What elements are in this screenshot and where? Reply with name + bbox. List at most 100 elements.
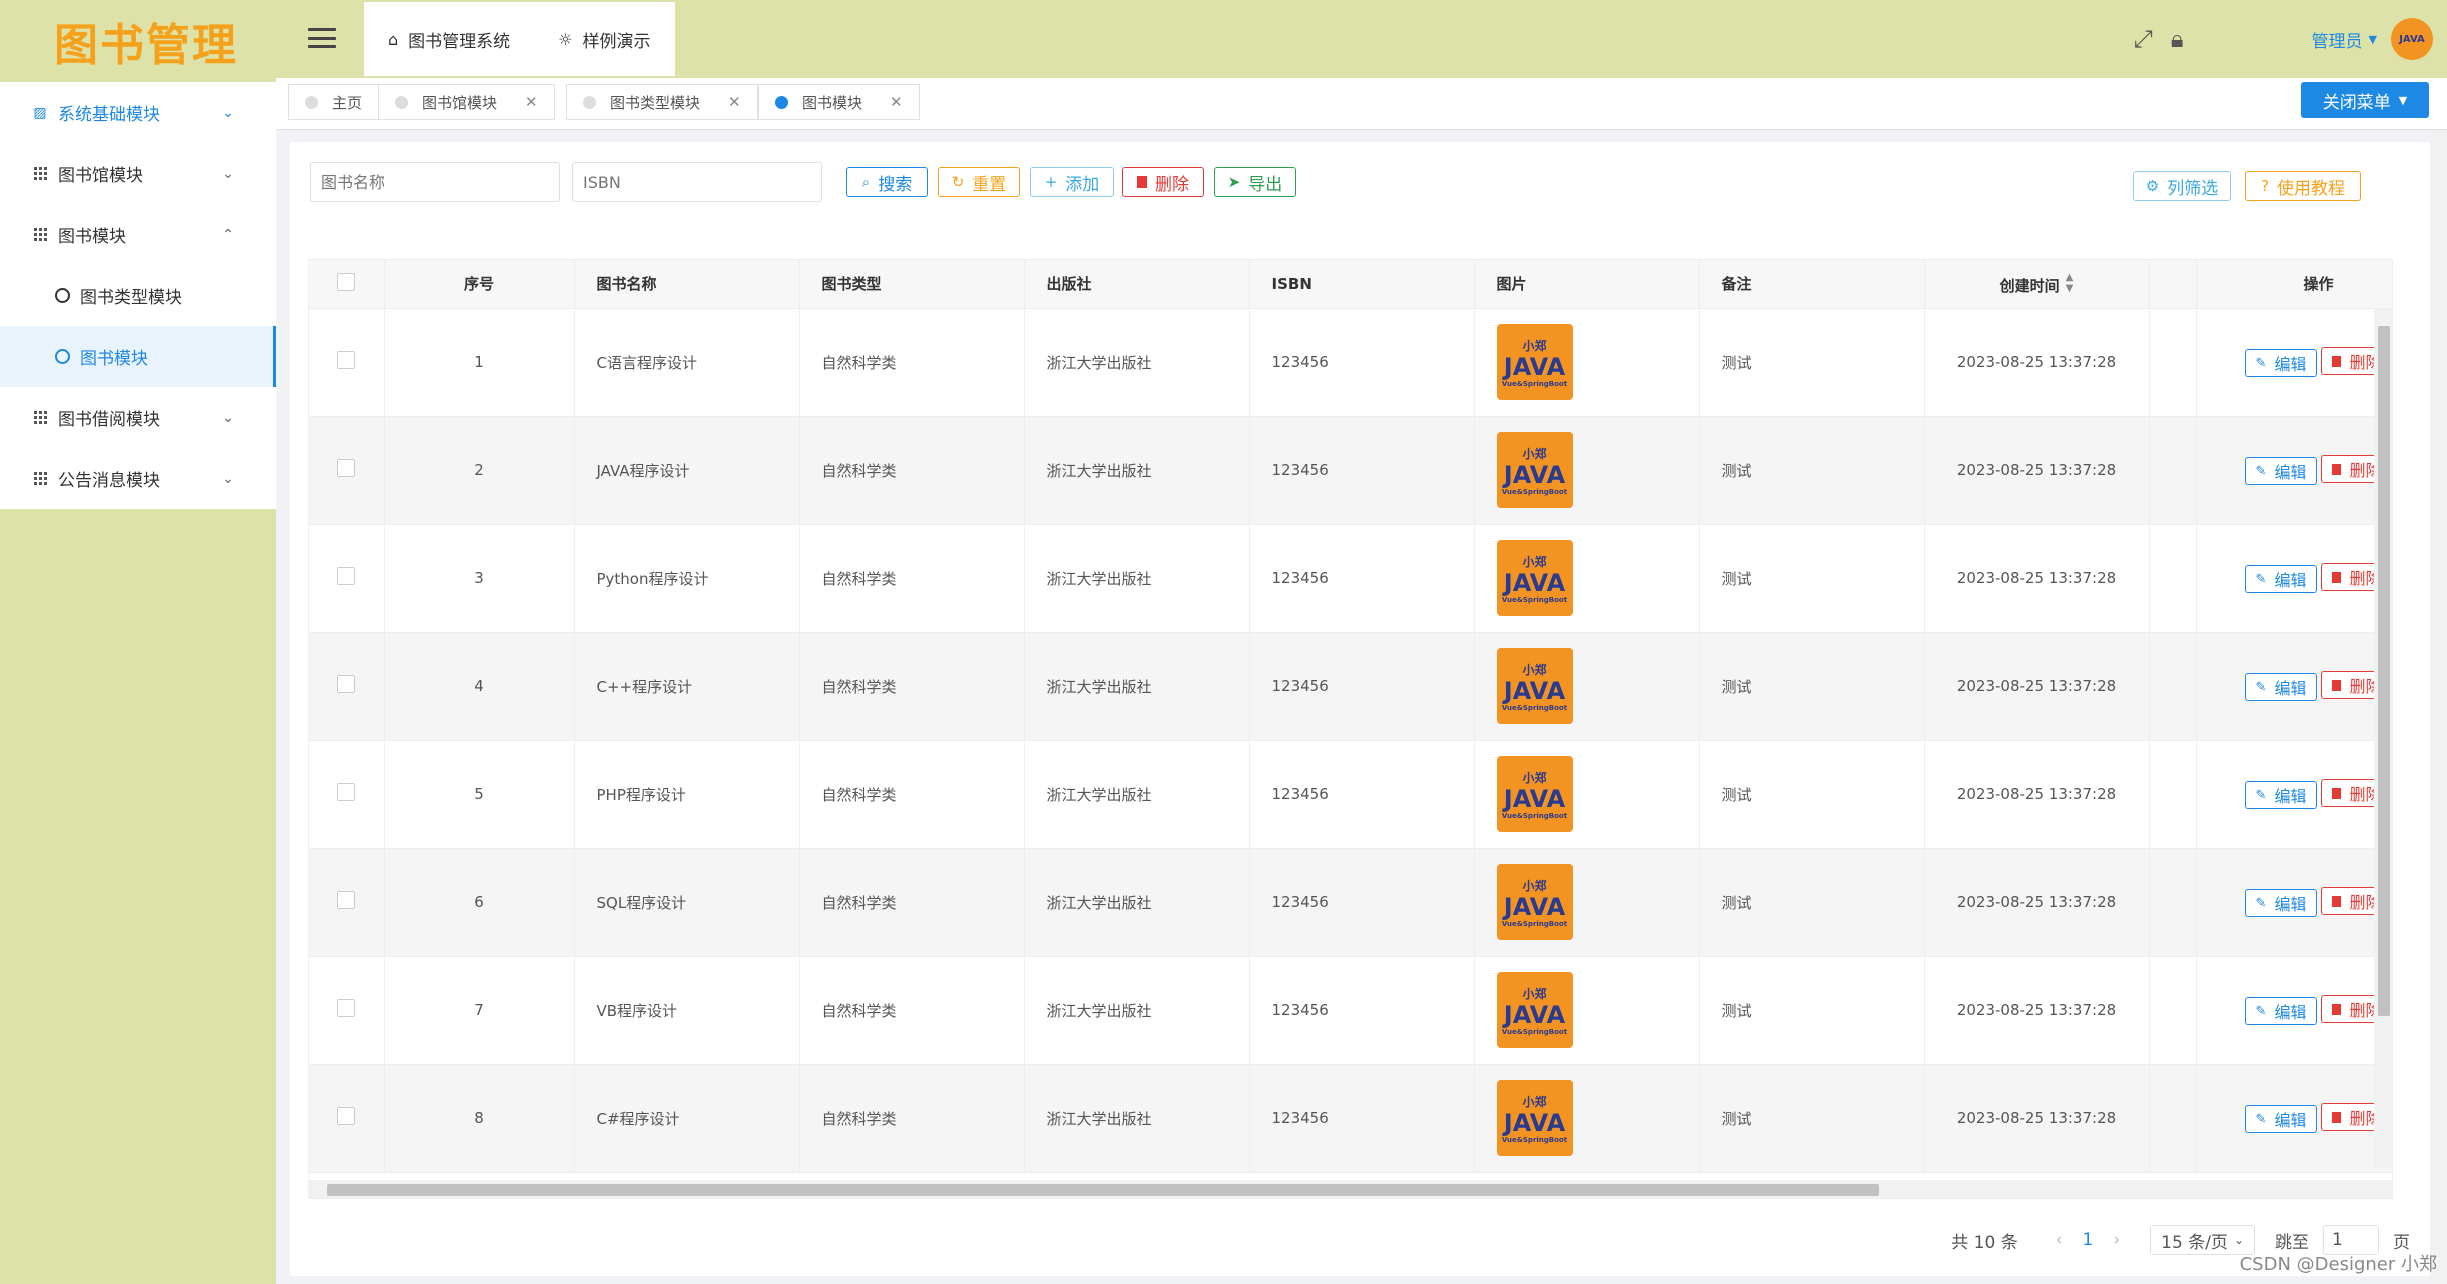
table-row: 6 SQL程序设计 自然科学类 浙江大学出版社 123456 小郑 JAVA Vue&Spri… (309, 848, 2392, 957)
edit-button[interactable]: ✎ 编辑 (2244, 673, 2318, 701)
trash-icon (2332, 1111, 2342, 1123)
col-header-name: 图书名称 (574, 260, 800, 309)
search-button[interactable]: ⌕ 搜索 (846, 167, 928, 197)
export-button[interactable]: ➤ 导出 (1214, 167, 1296, 197)
col-header-no: 序号 (384, 260, 575, 309)
hamburger-menu-icon[interactable] (308, 28, 336, 48)
cell-name: VB程序设计 (574, 956, 800, 1065)
edit-button[interactable]: ✎ 编辑 (2244, 457, 2318, 485)
col-header-publisher: 出版社 (1024, 260, 1250, 309)
user-name[interactable]: 管理员 (2312, 27, 2363, 52)
sort-icon[interactable]: ▲ ▼ (2066, 272, 2074, 294)
select-all-checkbox[interactable] (309, 260, 385, 309)
avatar[interactable]: JAVA (2391, 18, 2433, 60)
col-header-created[interactable]: 创建时间 ▲ ▼ (1924, 260, 2150, 309)
row-checkbox[interactable] (309, 956, 385, 1065)
edit-button[interactable]: ✎ 编辑 (2244, 349, 2318, 377)
cell-actions: ✎ 编辑 删除 (2196, 848, 2392, 957)
tab-book-type[interactable]: 图书类型模块 ✕ (566, 84, 758, 120)
page-scrollbar[interactable] (2430, 130, 2447, 1284)
fullscreen-icon[interactable]: ⤢ (2134, 25, 2153, 53)
cell-publisher: 浙江大学出版社 (1024, 848, 1250, 957)
row-checkbox[interactable] (309, 632, 385, 741)
cell-no: 4 (384, 632, 575, 741)
cell-created: 2023-08-25 13:37:28 (1924, 848, 2150, 957)
cover-text: Vue&SpringBoot (1501, 595, 1568, 604)
tutorial-button[interactable]: ? 使用教程 (2245, 171, 2361, 201)
page-number[interactable]: 1 (2083, 1230, 2094, 1250)
tab-home[interactable]: 主页 (288, 84, 380, 120)
book-cover-image[interactable]: 小郑 JAVA Vue&SpringBoot (1496, 1080, 1573, 1156)
book-cover-image[interactable]: 小郑 JAVA Vue&SpringBoot (1496, 756, 1573, 832)
sidebar-item-borrow[interactable]: 图书借阅模块 ⌄ (0, 387, 276, 448)
cell-name: Python程序设计 (574, 524, 800, 633)
trash-icon (2332, 679, 2342, 691)
scroll-thumb[interactable] (327, 1184, 1879, 1196)
row-checkbox[interactable] (309, 308, 385, 417)
table-vertical-scrollbar[interactable] (2374, 308, 2392, 1168)
header-tab-label: 样例演示 (582, 31, 651, 52)
question-icon: ? (2261, 177, 2269, 195)
tab-book[interactable]: 图书模块 ✕ (758, 84, 920, 120)
sidebar-item-book-module[interactable]: 图书模块 (0, 326, 276, 387)
book-cover-image[interactable]: 小郑 JAVA Vue&SpringBoot (1496, 324, 1573, 400)
close-icon[interactable]: ✕ (728, 93, 741, 111)
table-horizontal-scrollbar[interactable] (309, 1180, 2392, 1198)
lock-icon[interactable]: 🔒︎ (2171, 25, 2184, 53)
edit-label: 编辑 (2274, 1111, 2307, 1130)
edit-button[interactable]: ✎ 编辑 (2244, 1105, 2318, 1133)
cell-publisher: 浙江大学出版社 (1024, 416, 1250, 525)
add-button[interactable]: + 添加 (1030, 167, 1114, 197)
delete-button-label: 删除 (1155, 174, 1189, 195)
book-name-input[interactable] (310, 162, 560, 202)
book-cover-image[interactable]: 小郑 JAVA Vue&SpringBoot (1496, 972, 1573, 1048)
header-tab-label: 图书管理系统 (408, 31, 511, 52)
trash-icon (1137, 176, 1147, 188)
grid-icon (32, 410, 48, 426)
row-checkbox[interactable] (309, 740, 385, 849)
close-icon[interactable]: ✕ (525, 93, 538, 111)
tab-label: 主页 (332, 93, 363, 112)
header-tab-demo[interactable]: ☼ 样例演示 (558, 27, 650, 52)
reset-button[interactable]: ↻ 重置 (938, 167, 1020, 197)
edit-button[interactable]: ✎ 编辑 (2244, 997, 2318, 1025)
page-size-value: 15 条/页 (2161, 1232, 2228, 1253)
cell-spacer (2149, 308, 2197, 417)
close-icon[interactable]: ✕ (890, 93, 903, 111)
sidebar-item-book[interactable]: 图书模块 ⌃ (0, 204, 276, 265)
prev-page-icon[interactable]: ‹ (2056, 1230, 2063, 1250)
book-cover-image[interactable]: 小郑 JAVA Vue&SpringBoot (1496, 864, 1573, 940)
sidebar-item-book-type[interactable]: 图书类型模块 (0, 265, 276, 326)
edit-button[interactable]: ✎ 编辑 (2244, 565, 2318, 593)
row-checkbox[interactable] (309, 416, 385, 525)
close-menu-button[interactable]: 关闭菜单 ▼ (2301, 82, 2429, 118)
sidebar-item-notice[interactable]: 公告消息模块 ⌄ (0, 448, 276, 509)
sidebar-item-label: 图书模块 (80, 349, 148, 369)
tab-library[interactable]: 图书馆模块 ✕ (378, 84, 555, 120)
row-checkbox[interactable] (309, 848, 385, 957)
book-cover-image[interactable]: 小郑 JAVA Vue&SpringBoot (1496, 540, 1573, 616)
cell-actions: ✎ 编辑 删除 (2196, 416, 2392, 525)
scroll-thumb[interactable] (2378, 326, 2390, 1016)
column-filter-button[interactable]: ⚙ 列筛选 (2133, 171, 2231, 201)
delete-button[interactable]: 删除 (1122, 167, 1204, 197)
cell-actions: ✎ 编辑 删除 (2196, 1064, 2392, 1173)
isbn-input[interactable] (572, 162, 822, 202)
cell-type: 自然科学类 (799, 632, 1025, 741)
header-tab-system[interactable]: ⌂ 图书管理系统 (388, 27, 510, 52)
book-cover-image[interactable]: 小郑 JAVA Vue&SpringBoot (1496, 432, 1573, 508)
row-checkbox[interactable] (309, 1064, 385, 1173)
tab-dot-icon (583, 95, 596, 109)
sidebar-item-system-basic[interactable]: ▨ 系统基础模块 ⌄ (0, 82, 276, 143)
cover-text: JAVA (1503, 1108, 1566, 1137)
sidebar-item-library[interactable]: 图书馆模块 ⌄ (0, 143, 276, 204)
cell-publisher: 浙江大学出版社 (1024, 524, 1250, 633)
caret-down-icon[interactable]: ▼ (2369, 33, 2377, 46)
row-checkbox[interactable] (309, 524, 385, 633)
edit-button[interactable]: ✎ 编辑 (2244, 781, 2318, 809)
next-page-icon[interactable]: › (2113, 1230, 2120, 1250)
edit-button[interactable]: ✎ 编辑 (2244, 889, 2318, 917)
book-cover-image[interactable]: 小郑 JAVA Vue&SpringBoot (1496, 648, 1573, 724)
cell-type: 自然科学类 (799, 1064, 1025, 1173)
sidebar-item-label: 图书借阅模块 (58, 410, 160, 430)
